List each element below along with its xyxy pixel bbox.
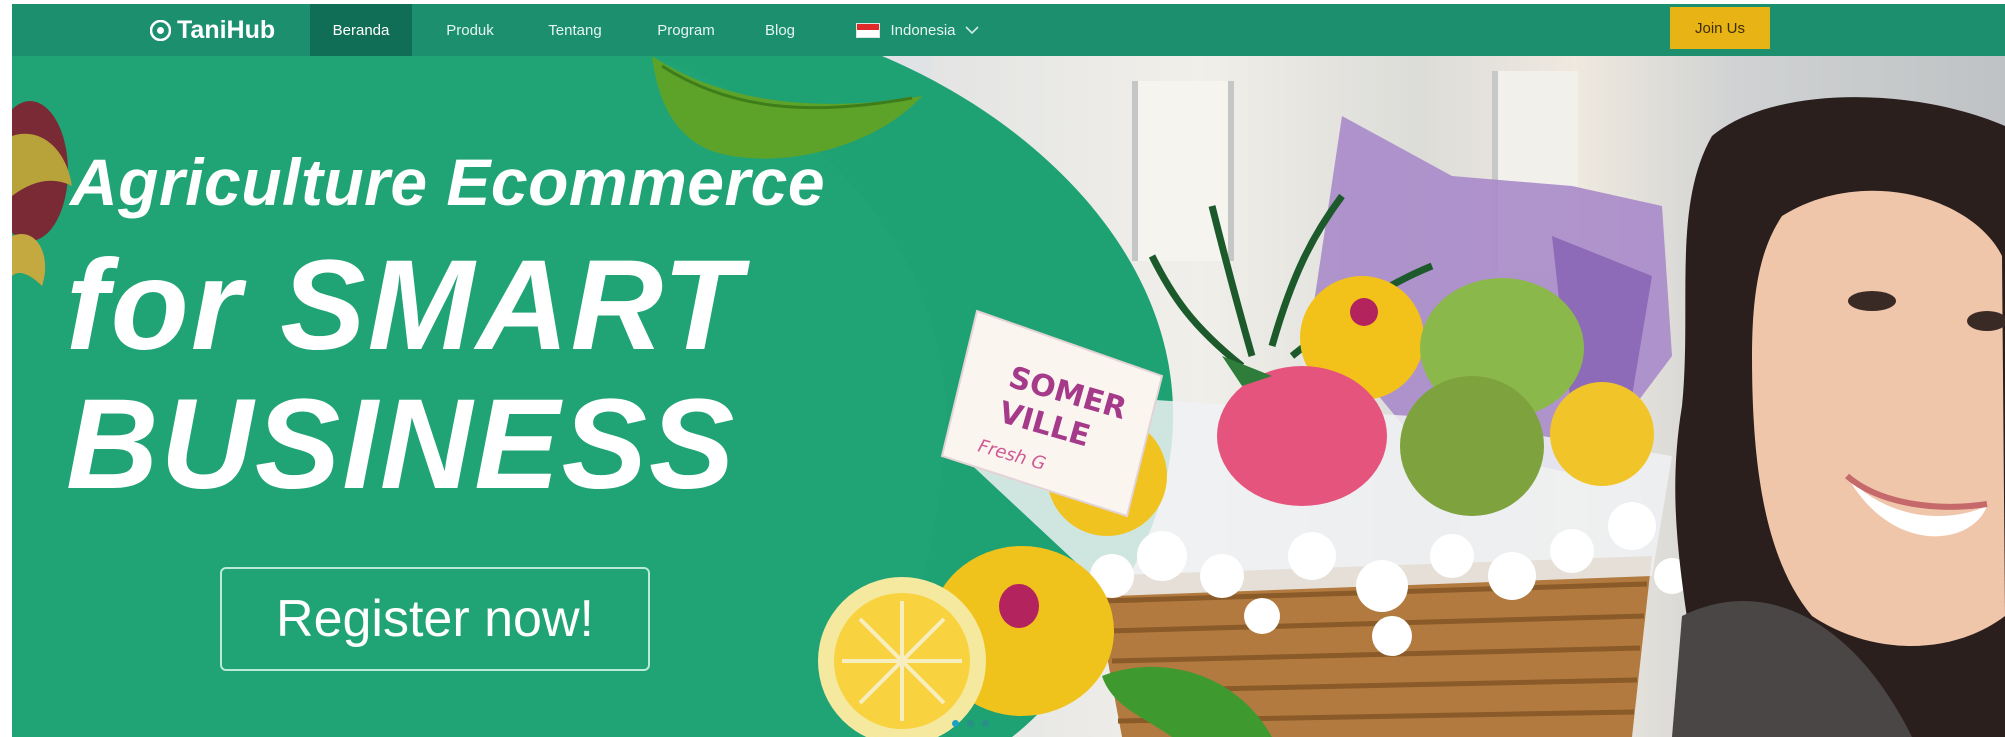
join-us-button[interactable]: Join Us	[1670, 7, 1770, 49]
hero-banner[interactable]: SOMER VILLE Fresh G Agriculture Ecommerc…	[12, 56, 2005, 737]
language-label: Indonesia	[890, 21, 956, 39]
top-navbar: TaniHub Beranda Produk Tentang Program B…	[12, 4, 2005, 56]
indonesia-flag-icon	[856, 22, 881, 38]
carousel-dot[interactable]	[967, 720, 974, 727]
hero-headline-line2: for SMART	[66, 234, 743, 377]
brand-name: TaniHub	[177, 15, 276, 44]
language-selector[interactable]: Indonesia	[828, 4, 1008, 56]
hero-headline-line1: Agriculture Ecommerce	[70, 145, 826, 219]
chevron-down-icon	[964, 26, 979, 35]
carousel-dot[interactable]	[952, 720, 959, 727]
page: TaniHub Beranda Produk Tentang Program B…	[12, 4, 2005, 737]
nav-item-beranda[interactable]: Beranda	[310, 4, 412, 56]
carousel-dot[interactable]	[982, 720, 989, 727]
hero-headline-line3: BUSINESS	[66, 373, 737, 516]
brand-logo[interactable]: TaniHub	[150, 12, 275, 48]
nav-item-produk[interactable]: Produk	[430, 4, 510, 56]
nav-item-tentang[interactable]: Tentang	[530, 4, 620, 56]
woman-portrait	[1672, 97, 2005, 737]
nav-item-blog[interactable]: Blog	[750, 4, 810, 56]
tanihub-logo-icon	[150, 19, 171, 41]
carousel-indicators	[952, 720, 989, 727]
register-now-button[interactable]: Register now!	[220, 567, 650, 671]
nav-item-program[interactable]: Program	[638, 4, 734, 56]
